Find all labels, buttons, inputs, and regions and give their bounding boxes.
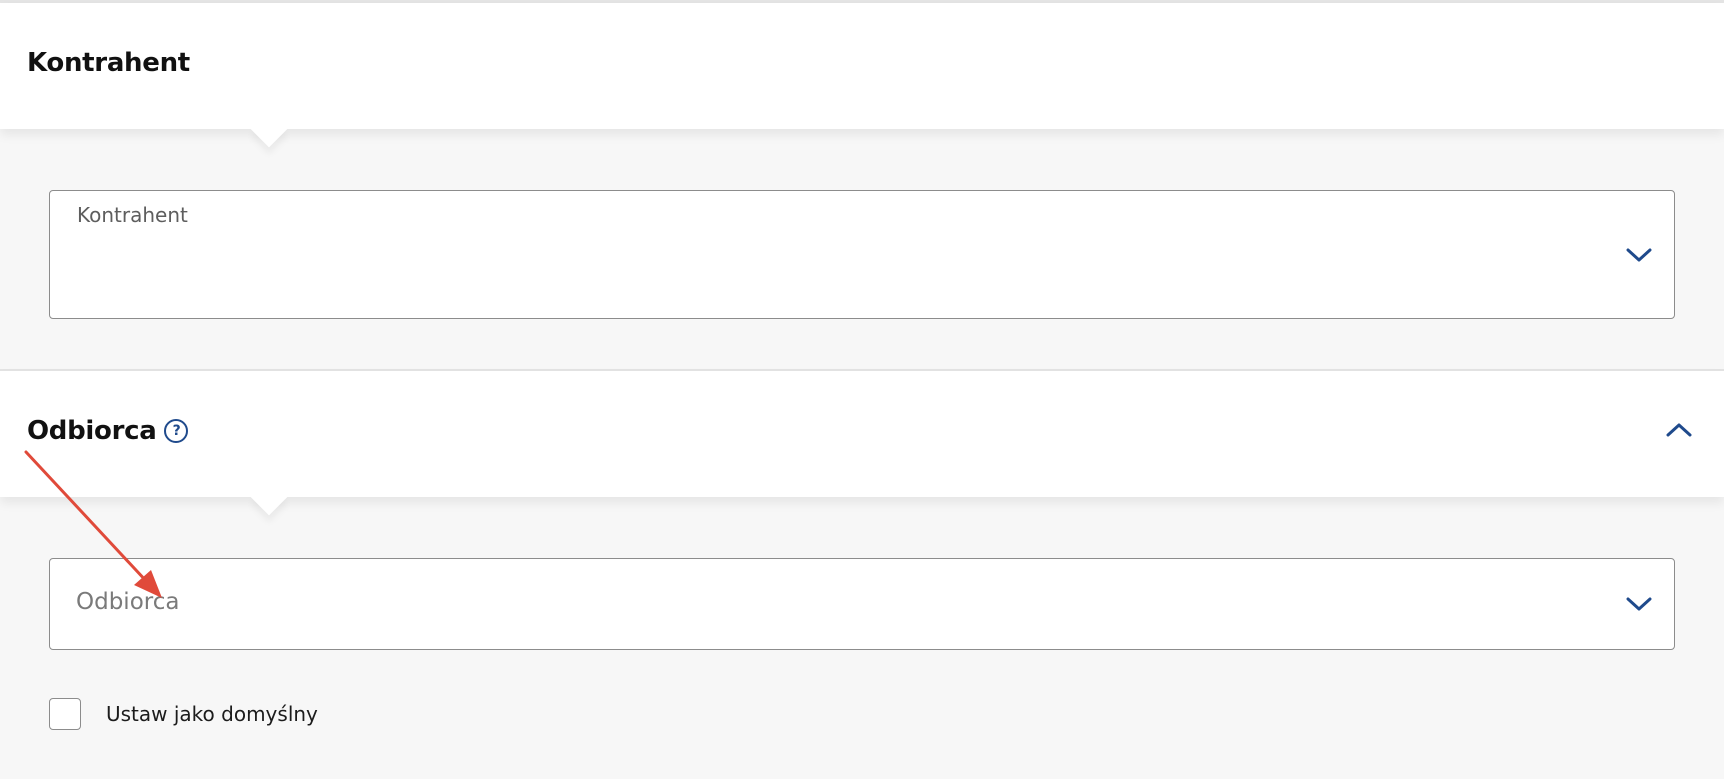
section-header-odbiorca: Odbiorca ? [0, 371, 1724, 516]
chevron-down-icon [1626, 248, 1652, 262]
help-circle-icon[interactable]: ? [164, 419, 189, 443]
page: Kontrahent Kontrahent Odbiorca ? Odbiorc… [0, 0, 1724, 779]
kontrahent-select-label: Kontrahent [77, 203, 188, 227]
default-checkbox-row: Ustaw jako domyślny [49, 698, 318, 730]
collapse-section-button[interactable] [1662, 413, 1696, 447]
chevron-down-icon [1626, 597, 1652, 611]
chevron-up-icon [1666, 423, 1692, 437]
kontrahent-select[interactable]: Kontrahent [49, 190, 1675, 319]
section-header-kontrahent: Kontrahent [0, 3, 1724, 148]
odbiorca-select-placeholder: Odbiorca [76, 589, 180, 615]
section-title-odbiorca: Odbiorca ? [27, 416, 189, 446]
section-title-odbiorca-text: Odbiorca [27, 416, 157, 446]
odbiorca-select[interactable]: Odbiorca [49, 558, 1675, 650]
section-title-kontrahent: Kontrahent [27, 48, 190, 78]
default-checkbox[interactable] [49, 698, 81, 730]
default-checkbox-label[interactable]: Ustaw jako domyślny [106, 702, 318, 726]
